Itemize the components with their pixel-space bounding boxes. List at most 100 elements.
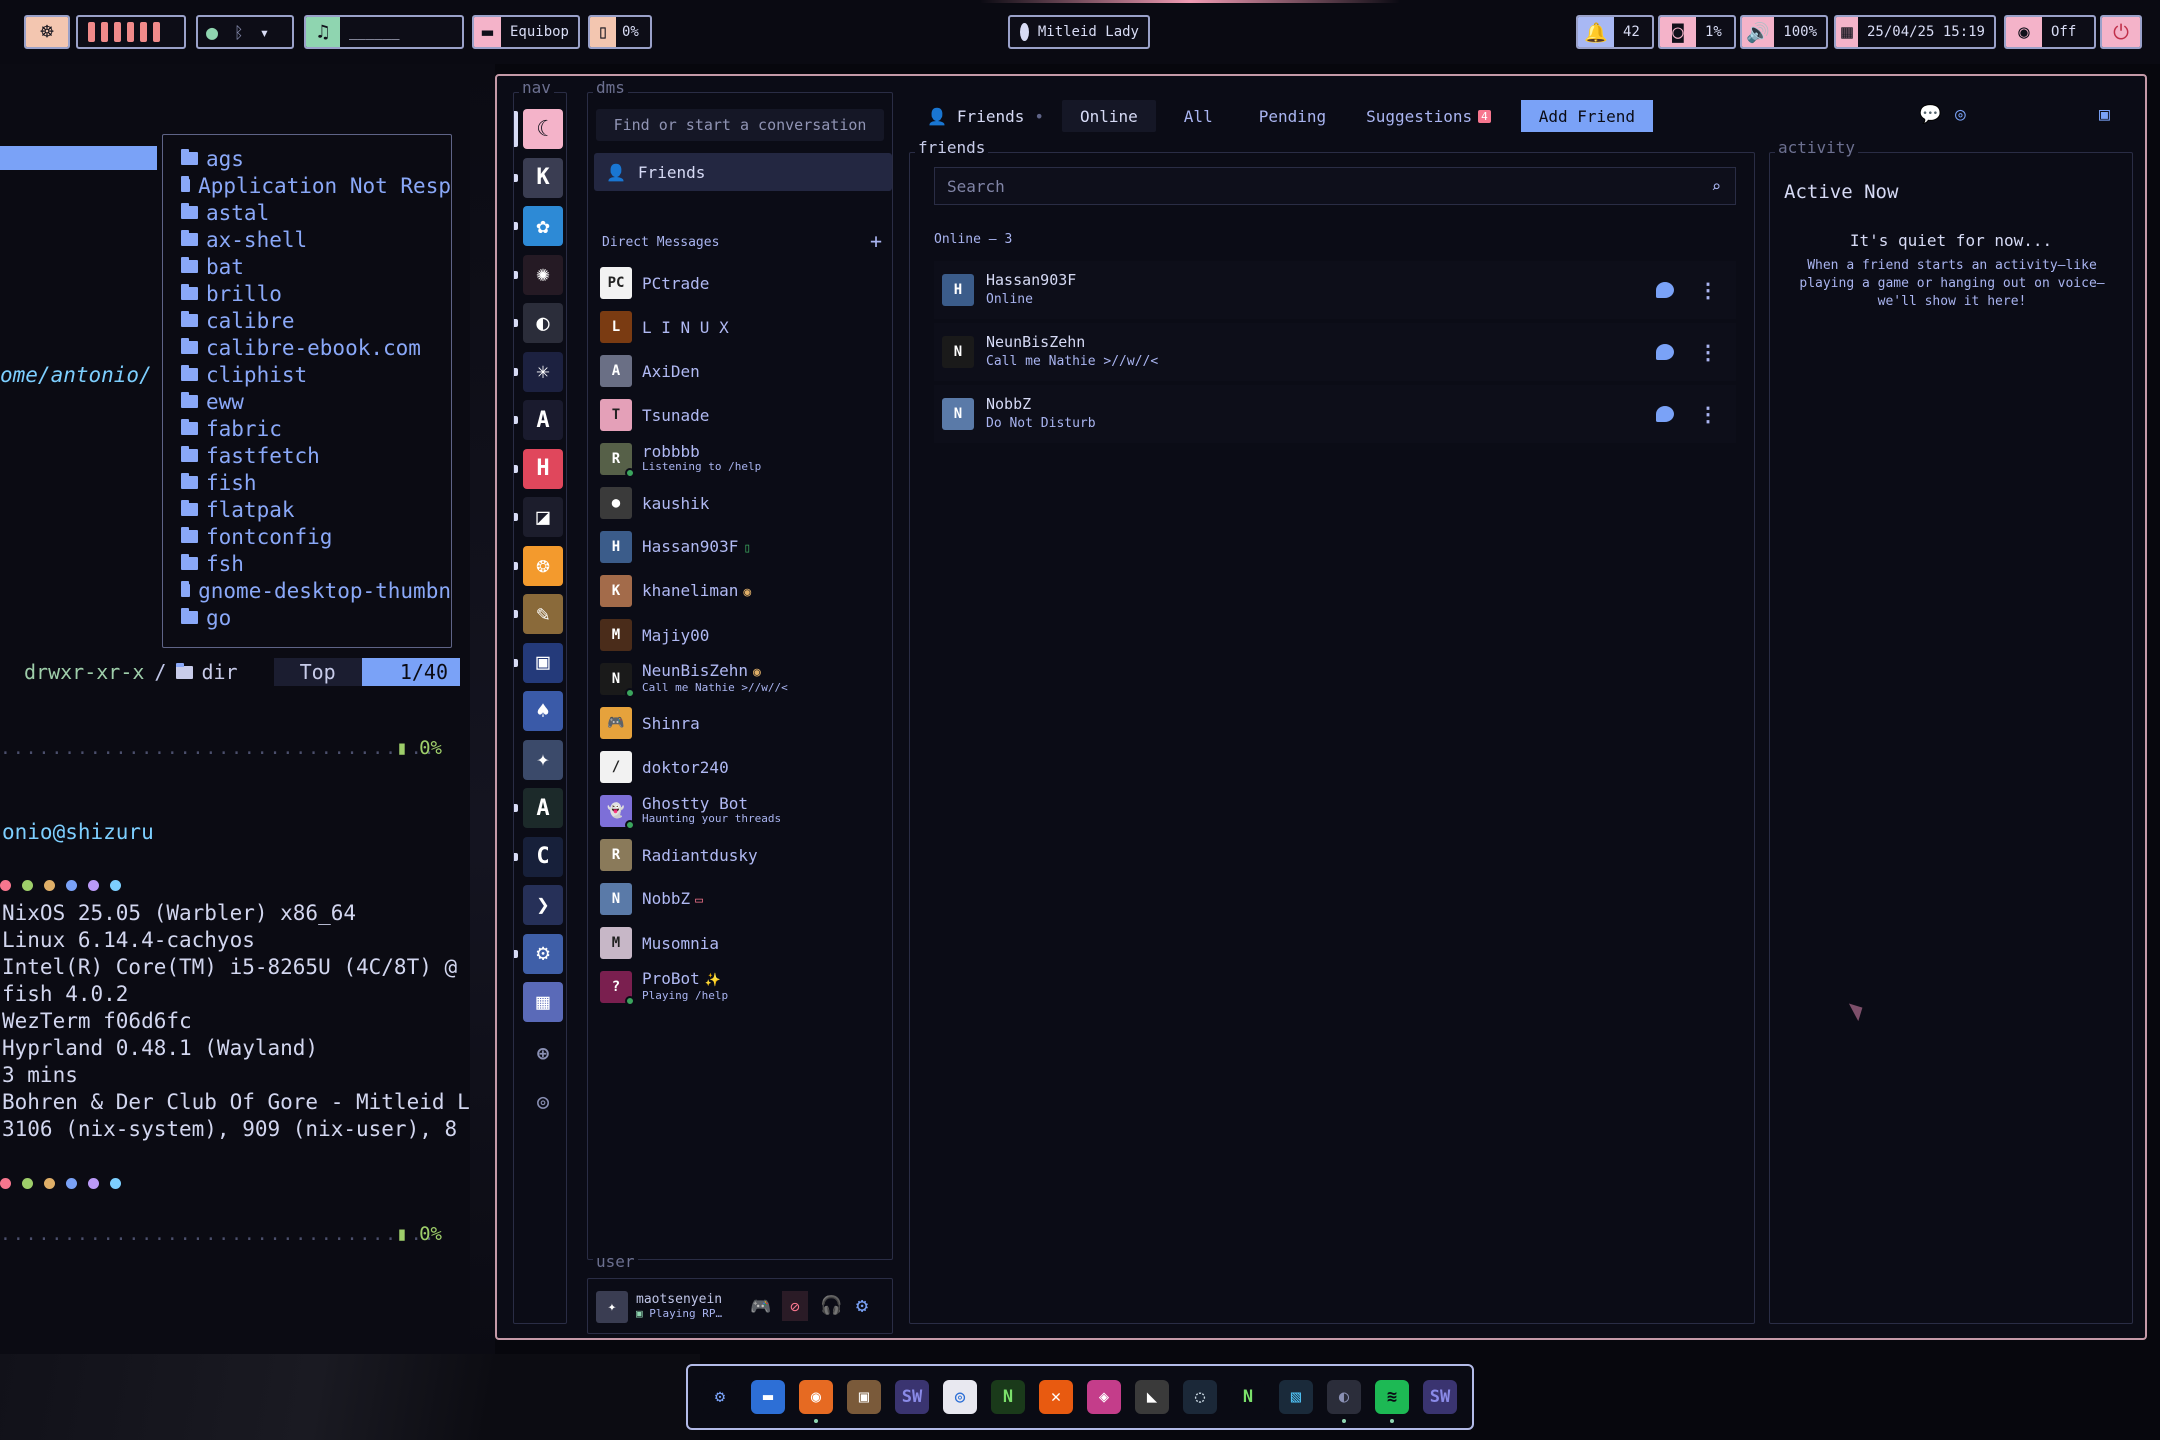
dm-item[interactable]: PC PCtrade xyxy=(600,263,890,303)
app-icon[interactable]: ▣ xyxy=(847,1380,881,1414)
media-title-widget[interactable]: Mitleid Lady xyxy=(1008,15,1150,49)
server-icon[interactable]: ✺ xyxy=(523,254,563,295)
user-info[interactable]: maotsenyein ▣ Playing RP… xyxy=(636,1293,722,1321)
message-icon[interactable] xyxy=(1656,344,1674,360)
tab-pending[interactable]: Pending xyxy=(1241,100,1344,132)
file-tree[interactable]: ags Application Not Resp astal ax-shell bat b… xyxy=(162,134,452,648)
tree-item[interactable]: gnome-desktop-thumbn xyxy=(163,577,451,604)
dm-item[interactable]: 👻 Ghostty Bot Haunting your threads xyxy=(600,791,890,831)
user-avatar[interactable]: ✦ xyxy=(596,1291,628,1323)
dm-item[interactable]: Rrobbbb Listening to /help xyxy=(600,439,890,479)
n-icon[interactable]: N xyxy=(1231,1380,1265,1414)
x-icon[interactable]: ✕ xyxy=(1039,1380,1073,1414)
message-icon[interactable] xyxy=(1656,282,1674,298)
server-icon[interactable]: ▦ xyxy=(523,982,563,1022)
dm-item[interactable]: ● kaushik xyxy=(600,483,890,523)
music-widget[interactable]: ♫ ______ xyxy=(304,15,464,49)
server-icon[interactable]: ✳ xyxy=(523,351,563,392)
tree-item[interactable]: fabric xyxy=(163,415,451,442)
tree-item[interactable]: astal xyxy=(163,199,451,226)
clock-widget[interactable]: ▦ 25/04/25 15:19 xyxy=(1834,15,1996,49)
dm-item[interactable]: ? ProBot ✨ Playing /help xyxy=(600,967,890,1007)
tree-item[interactable]: go xyxy=(163,604,451,631)
more-options-icon[interactable]: ⋮ xyxy=(1698,340,1718,364)
workspaces-indicator[interactable] xyxy=(76,15,186,49)
chrome-icon[interactable]: ◎ xyxy=(943,1380,977,1414)
tree-item[interactable]: calibre xyxy=(163,307,451,334)
tree-item[interactable]: eww xyxy=(163,388,451,415)
server-icon[interactable]: ◐ xyxy=(523,303,563,343)
tree-item[interactable]: fastfetch xyxy=(163,442,451,469)
tree-item[interactable]: ax-shell xyxy=(163,226,451,253)
dm-item[interactable]: N NeunBisZehn ◉ Call me Nathie >//w//< xyxy=(600,659,890,699)
server-icon[interactable]: H xyxy=(523,448,563,489)
dm-item[interactable]: Kkhaneliman ◉ xyxy=(600,571,890,611)
dm-item[interactable]: 🎮 Shinra xyxy=(600,703,890,743)
tree-item[interactable]: ags xyxy=(163,145,451,172)
firefox-icon[interactable]: ◉ xyxy=(799,1380,833,1423)
create-dm-button[interactable]: + xyxy=(870,229,882,253)
server-icon[interactable]: ⚙ xyxy=(523,933,563,974)
power-button[interactable]: ⏻ xyxy=(2100,15,2142,49)
settings-button[interactable]: ⚙ xyxy=(856,1293,868,1317)
volume-widget[interactable]: 🔊 100% xyxy=(1740,15,1828,49)
terminal-window[interactable]: ome/antonio/ ags Application Not Resp asta… xyxy=(0,64,482,1354)
server-icon[interactable]: ❂ xyxy=(523,545,563,586)
mute-mic-button[interactable]: ⊘ xyxy=(782,1291,808,1321)
files-icon[interactable]: ▬ xyxy=(751,1380,785,1414)
tree-item[interactable]: fontconfig xyxy=(163,523,451,550)
tree-item[interactable]: fsh xyxy=(163,550,451,577)
brightness-widget[interactable]: ◙ 1% xyxy=(1658,15,1736,49)
tree-item[interactable]: bat xyxy=(163,253,451,280)
neovim-icon[interactable]: N xyxy=(991,1380,1025,1414)
dm-item[interactable]: T Tsunade xyxy=(600,395,890,435)
friends-search-input[interactable]: Search ⌕ xyxy=(934,167,1736,205)
server-icon[interactable]: K xyxy=(523,157,563,198)
caffeine-widget[interactable]: ◉ Off xyxy=(2004,15,2096,49)
dm-search-input[interactable]: Find or start a conversation xyxy=(596,109,884,141)
dm-item[interactable]: / doktor240 xyxy=(600,747,890,787)
friend-row[interactable]: N NobbZ Do Not Disturb ⋮ xyxy=(934,385,1736,443)
compass-icon[interactable]: ◎ xyxy=(1955,104,1966,125)
discord-window[interactable]: ☾ K ✿ ✺ ◐ ✳ A H ◪ ❂ ✎ ▣ ♠ ✦ A C ❯ ⚙ ▦ ⊕ ◎ nav Find or start … xyxy=(495,74,2147,1340)
dm-item[interactable]: N NobbZ ▭ xyxy=(600,879,890,919)
sw2-icon[interactable]: SW xyxy=(1423,1380,1457,1414)
friend-row[interactable]: N NeunBisZehn Call me Nathie >//w//< ⋮ xyxy=(934,323,1736,381)
wifi-icon[interactable]: ▾ xyxy=(260,23,270,42)
dm-item[interactable]: M Majiy00 xyxy=(600,615,890,655)
spotify-icon[interactable]: ≋ xyxy=(1375,1380,1409,1423)
dm-item[interactable]: H Hassan903F ▯ xyxy=(600,527,890,567)
server-icon[interactable]: A xyxy=(523,788,563,828)
explore-servers-icon[interactable]: ◎ xyxy=(523,1081,563,1121)
tab-friends[interactable]: 👤 Friends • xyxy=(909,100,1062,132)
tree-item[interactable]: fish xyxy=(163,469,451,496)
bluetooth-icon[interactable]: ᛒ xyxy=(234,23,244,42)
friends-nav-button[interactable]: 👤 Friends xyxy=(594,153,892,191)
steam-icon[interactable]: ◌ xyxy=(1183,1380,1217,1414)
dm-item[interactable]: LL I N U X xyxy=(600,307,890,347)
battery-widget[interactable]: ▯ 0% xyxy=(588,15,652,49)
tree-item[interactable]: brillo xyxy=(163,280,451,307)
equibop-icon[interactable]: ◐ xyxy=(1327,1380,1361,1423)
sw-icon[interactable]: SW xyxy=(895,1380,929,1414)
tray[interactable]: ● ᛒ ▾ xyxy=(196,15,294,49)
friend-row[interactable]: H Hassan903F Online ⋮ xyxy=(934,261,1736,319)
add-friend-button[interactable]: Add Friend xyxy=(1520,100,1654,132)
new-group-dm-icon[interactable]: 💬 xyxy=(1919,104,1941,125)
server-icon[interactable]: C xyxy=(523,836,563,877)
inbox-icon[interactable]: ▣ xyxy=(2099,104,2110,125)
gamepad-button[interactable]: 🎮 xyxy=(750,1297,771,1317)
more-options-icon[interactable]: ⋮ xyxy=(1698,278,1718,302)
tab-all[interactable]: All xyxy=(1166,100,1231,132)
dm-item[interactable]: M Musomnia xyxy=(600,923,890,963)
add-server-icon[interactable]: ⊕ xyxy=(523,1033,563,1073)
gear-icon[interactable]: ⚙ xyxy=(703,1380,737,1414)
more-options-icon[interactable]: ⋮ xyxy=(1698,402,1718,426)
server-icon[interactable]: ✿ xyxy=(523,206,563,246)
message-icon[interactable] xyxy=(1656,406,1674,422)
server-icon[interactable]: ✦ xyxy=(523,739,563,780)
server-icon[interactable]: ✎ xyxy=(523,594,563,634)
headphones-button[interactable]: 🎧 xyxy=(820,1295,842,1316)
tab-online[interactable]: Online xyxy=(1062,100,1156,132)
launcher-button[interactable]: ☸ xyxy=(24,15,70,49)
